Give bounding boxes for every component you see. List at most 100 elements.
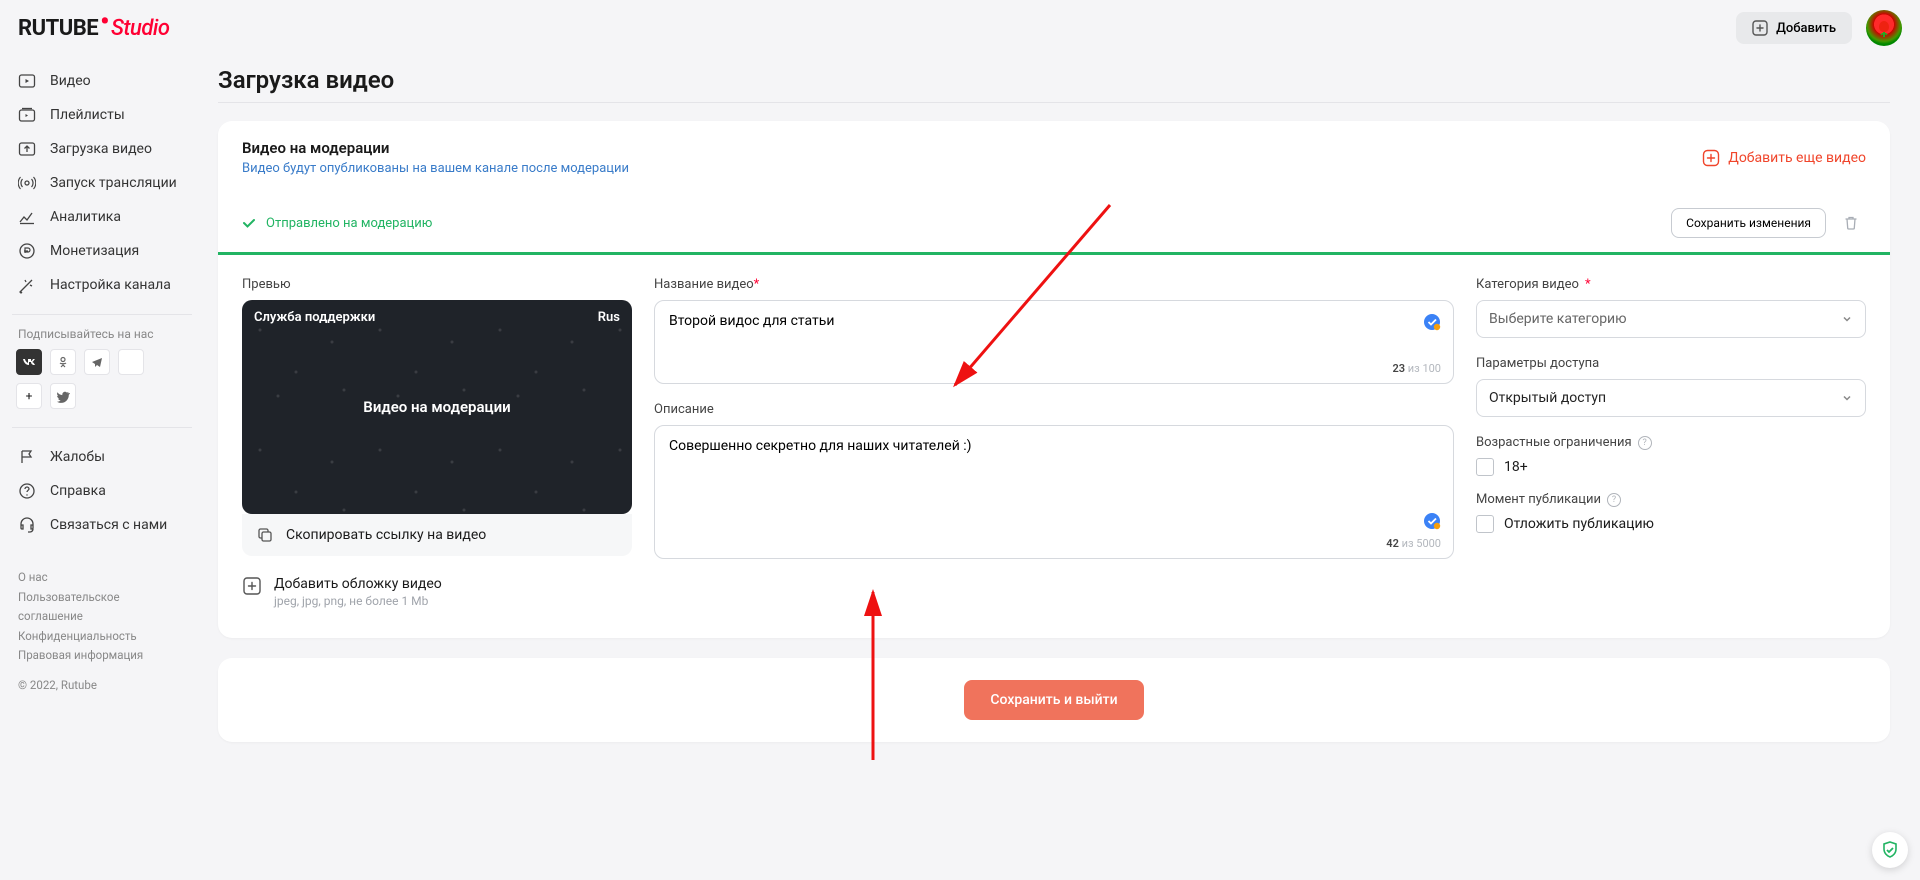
access-value: Открытый доступ: [1489, 390, 1606, 406]
footer-privacy[interactable]: Конфиденциальность: [18, 627, 186, 647]
thumb-support-label: Служба поддержки: [254, 310, 375, 325]
subscribe-label: Подписывайтесь на нас: [8, 327, 196, 349]
footer-about[interactable]: О нас: [18, 568, 186, 588]
moderation-status: Отправлено на модерацию: [242, 216, 432, 231]
add-button-label: Добавить: [1776, 21, 1836, 36]
title-char-counter: 23 из 100: [1392, 362, 1441, 375]
sidebar-item-label: Запуск трансляции: [50, 175, 177, 191]
social-blank[interactable]: [118, 349, 144, 375]
sidebar-item-label: Справка: [50, 483, 106, 499]
title-underline: [218, 102, 1890, 103]
postpone-checkbox[interactable]: [1476, 515, 1494, 533]
moderation-card: Видео на модерации Видео будут опубликов…: [218, 121, 1890, 638]
sidebar-item-video[interactable]: Видео: [8, 64, 196, 98]
category-placeholder: Выберите категорию: [1489, 311, 1627, 327]
sidebar-item-help[interactable]: Справка: [8, 474, 196, 508]
sidebar-item-contact[interactable]: Связаться с нами: [8, 508, 196, 542]
desc-field-label: Описание: [654, 402, 1454, 417]
save-changes-button[interactable]: Сохранить изменения: [1671, 208, 1826, 238]
publish-moment-label: Момент публикации ?: [1476, 492, 1866, 507]
broadcast-icon: [18, 174, 36, 192]
sidebar-item-channel-settings[interactable]: Настройка канала: [8, 268, 196, 302]
video-title-input-wrap: 23 из 100: [654, 300, 1454, 384]
chevron-down-icon: [1841, 392, 1853, 404]
monetization-icon: [18, 242, 36, 260]
copy-link-button[interactable]: Скопировать ссылку на видео: [242, 514, 632, 556]
category-select[interactable]: Выберите категорию: [1476, 300, 1866, 338]
sidebar-item-playlists[interactable]: Плейлисты: [8, 98, 196, 132]
upload-icon: [18, 140, 36, 158]
sidebar-item-stream[interactable]: Запуск трансляции: [8, 166, 196, 200]
age-label: Возрастные ограничения ?: [1476, 435, 1866, 450]
copy-link-label: Скопировать ссылку на видео: [286, 527, 486, 543]
lint-badge-icon: [1423, 512, 1441, 530]
sidebar-item-upload[interactable]: Загрузка видео: [8, 132, 196, 166]
video-thumbnail: Служба поддержки Rus Видео на модерации: [242, 300, 632, 514]
wand-icon: [18, 276, 36, 294]
video-desc-input[interactable]: [655, 426, 1453, 554]
copy-icon: [256, 526, 274, 544]
sidebar-item-label: Видео: [50, 73, 91, 89]
sidebar-item-complaints[interactable]: Жалобы: [8, 440, 196, 474]
access-label: Параметры доступа: [1476, 356, 1866, 371]
social-telegram[interactable]: [84, 349, 110, 375]
add-cover-hint: jpeg, jpg, png, не более 1 Mb: [274, 594, 442, 608]
add-more-label: Добавить еще видео: [1728, 150, 1866, 166]
access-select[interactable]: Открытый доступ: [1476, 379, 1866, 417]
social-vk[interactable]: [16, 349, 42, 375]
plus-circle-icon: [1702, 149, 1720, 167]
social-ok[interactable]: [50, 349, 76, 375]
security-shield-fab[interactable]: [1872, 832, 1908, 868]
logo-brand: RUTUBE: [18, 16, 98, 41]
postpone-label: Отложить публикацию: [1504, 516, 1654, 532]
trash-icon: [1842, 214, 1860, 232]
sidebar-item-label: Жалобы: [50, 449, 105, 465]
social-more[interactable]: +: [16, 383, 42, 409]
lint-badge-icon: [1423, 313, 1441, 331]
sidebar-item-label: Плейлисты: [50, 107, 125, 123]
save-and-exit-button[interactable]: Сохранить и выйти: [964, 680, 1143, 720]
sidebar-item-analytics[interactable]: Аналитика: [8, 200, 196, 234]
add-cover-button[interactable]: Добавить обложку видео jpeg, jpg, png, н…: [242, 576, 632, 608]
social-twitter[interactable]: [50, 383, 76, 409]
sidebar-separator: [12, 314, 192, 315]
save-exit-card: Сохранить и выйти: [218, 658, 1890, 742]
shield-check-icon: [1880, 840, 1900, 860]
thumb-lang-label: Rus: [598, 310, 620, 325]
add-more-video-button[interactable]: Добавить еще видео: [1702, 149, 1866, 167]
sidebar-item-label: Загрузка видео: [50, 141, 152, 157]
footer-legal[interactable]: Правовая информация: [18, 646, 186, 666]
studio-logo[interactable]: RUTUBE•Studio: [18, 16, 169, 41]
age-18-label: 18+: [1504, 459, 1528, 475]
category-label: Категория видео*: [1476, 277, 1866, 292]
info-icon[interactable]: ?: [1638, 436, 1652, 450]
title-field-label: Название видео*: [654, 277, 1454, 292]
check-icon: [242, 216, 256, 230]
logo-studio: Studio: [111, 16, 169, 41]
headset-icon: [18, 516, 36, 534]
analytics-icon: [18, 208, 36, 226]
add-button[interactable]: Добавить: [1736, 12, 1852, 44]
delete-button[interactable]: [1836, 208, 1866, 238]
footer-copyright: © 2022, Rutube: [18, 676, 186, 696]
sidebar-item-label: Настройка канала: [50, 277, 171, 293]
user-avatar[interactable]: [1866, 10, 1902, 46]
moderation-subtext: Видео будут опубликованы на вашем канале…: [242, 161, 629, 176]
help-icon: [18, 482, 36, 500]
sidebar-item-label: Связаться с нами: [50, 517, 167, 533]
footer-terms[interactable]: Пользовательское соглашение: [18, 588, 186, 627]
page-title: Загрузка видео: [218, 66, 1890, 94]
desc-char-counter: 42 из 5000: [1386, 537, 1441, 550]
sidebar-item-label: Монетизация: [50, 243, 139, 259]
sidebar-item-monetization[interactable]: Монетизация: [8, 234, 196, 268]
plus-square-icon: [1752, 20, 1768, 36]
plus-square-icon: [242, 576, 262, 596]
playlist-icon: [18, 106, 36, 124]
video-icon: [18, 72, 36, 90]
age-18-checkbox[interactable]: [1476, 458, 1494, 476]
info-icon[interactable]: ?: [1607, 493, 1621, 507]
video-desc-input-wrap: 42 из 5000: [654, 425, 1454, 559]
chevron-down-icon: [1841, 313, 1853, 325]
moderation-heading: Видео на модерации: [242, 139, 629, 157]
video-title-input[interactable]: [655, 301, 1453, 379]
